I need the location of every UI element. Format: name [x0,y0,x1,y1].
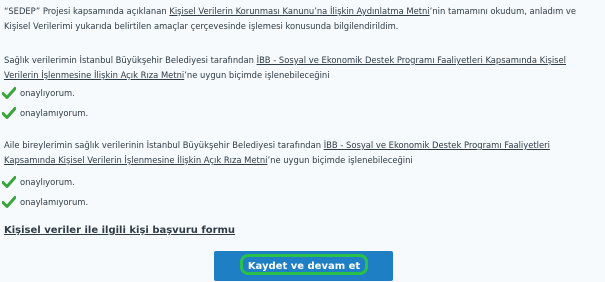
health-consent-suffix: ’ne uygun biçimde işlenebileceğini [184,70,330,80]
check-icon [2,195,16,209]
health-decline-option[interactable]: onaylamıyorum. [2,106,88,120]
health-consent-text: Sağlık verilerimin İstanbul Büyükşehir B… [4,53,600,83]
check-icon [2,106,16,120]
privacy-notice-link[interactable]: Kişisel Verilerin Korunması Kanunu’na İl… [169,6,429,16]
family-approve-option[interactable]: onaylıyorum. [2,175,75,189]
application-form-link[interactable]: Kişisel veriler ile ilgili kişi başvuru … [4,225,235,236]
check-icon [2,175,16,189]
family-consent-suffix: ’ne uygun biçimde işlenebileceğini [267,155,413,165]
health-approve-label: onaylıyorum. [20,88,75,98]
health-approve-option[interactable]: onaylıyorum. [2,86,75,100]
family-approve-label: onaylıyorum. [20,177,75,187]
family-consent-text: Aile bireylerimin sağlık verilerinin İst… [4,138,600,168]
save-and-continue-button[interactable]: Kaydet ve devam et [240,254,368,275]
health-consent-prefix: Sağlık verilerimin İstanbul Büyükşehir B… [4,55,257,65]
family-consent-prefix: Aile bireylerimin sağlık verilerinin İst… [4,140,324,150]
family-decline-label: onaylamıyorum. [20,197,89,207]
submit-button-container: Kaydet ve devam et [214,251,393,281]
health-decline-label: onaylamıyorum. [20,108,89,118]
intro-prefix: “SEDEP” Projesi kapsamında açıklanan [4,6,170,16]
intro-text: “SEDEP” Projesi kapsamında açıklanan Kiş… [4,4,600,34]
check-icon [2,86,16,100]
family-decline-option[interactable]: onaylamıyorum. [2,195,88,209]
